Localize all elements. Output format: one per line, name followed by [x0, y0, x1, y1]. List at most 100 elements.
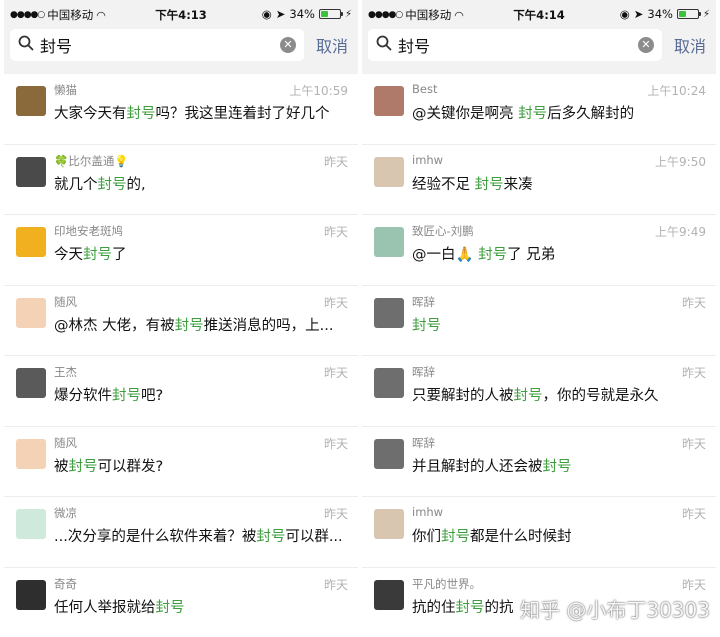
keyword-highlight: 封号: [112, 388, 141, 404]
charging-icon: ⚡: [344, 8, 352, 20]
message-time: 昨天: [681, 366, 706, 380]
clear-icon[interactable]: ✕: [638, 37, 654, 53]
photo-avatar: [16, 156, 46, 187]
keyword-highlight: 封号: [174, 317, 204, 334]
sender-name: 奇奇: [54, 576, 77, 591]
watermark: 知乎 @小布丁30303: [520, 598, 710, 622]
sender-name: 随风: [54, 294, 77, 309]
bw-avatar: [374, 368, 404, 398]
logo-avatar: [16, 438, 46, 469]
battery-level: [678, 11, 686, 17]
keyword-highlight: 封号: [513, 388, 543, 404]
message-text: 后多久解封的: [547, 106, 635, 122]
rotation-lock-icon: ◉: [261, 7, 272, 21]
search-icon: [376, 35, 392, 55]
result-item[interactable]: 随风 昨天 @林杰 大佬，有被封号推送消息的吗，上...: [4, 286, 358, 356]
message-text: 吗？我这里连着封了好几个: [155, 106, 330, 122]
message-text: 都是什么时候封: [470, 529, 572, 545]
message-text: 任何人举报就给: [54, 599, 156, 616]
message-preview: @林杰 大佬，有被封号推送消息的吗，上...: [54, 314, 348, 335]
status-right: ◉ ➤ 34% ⚡: [620, 7, 710, 21]
search-input[interactable]: 封号 ✕: [368, 29, 662, 61]
results-list: Best 上午10:24 @关键你是啊亮 封号后多久解封的 imhw 上午9:50 经验不…: [362, 74, 716, 637]
sender-name: 懒猫: [54, 83, 77, 97]
message-preview: ...次分享的是什么软件来着？被封号可以群...: [54, 525, 348, 546]
result-item[interactable]: 晖辞 昨天 并且解封的人还会被封号: [362, 427, 716, 497]
message-time: 上午10:59: [289, 84, 348, 98]
message-preview: 经验不足 封号来凑: [412, 173, 706, 194]
search-row: 封号 ✕ 取消: [10, 28, 352, 62]
status-bar: ●●●●○ 中国移动 ◠ 下午4:14 ◉ ➤ 34% ⚡: [362, 0, 716, 28]
result-item[interactable]: imhw 上午9:50 经验不足 封号来凑: [362, 145, 716, 215]
result-item[interactable]: 晖辞 昨天 封号: [362, 286, 716, 356]
bw-avatar: [374, 438, 404, 469]
keyword-highlight: 封号: [478, 247, 508, 263]
message-preview: 并且解封的人还会被封号: [412, 455, 706, 476]
message-text: 并且解封的人还会被: [412, 458, 543, 475]
baby-avatar: [374, 509, 404, 539]
message-text: 的,: [126, 176, 146, 193]
battery-percent: 34%: [289, 7, 315, 21]
message-text: 你们: [412, 529, 441, 545]
message-text: 推送消息的吗，上...: [203, 317, 334, 334]
message-text: 了: [112, 247, 127, 263]
search-screen-left: ●●●●○ 中国移动 ◠ 下午4:13 ◉ ➤ 34% ⚡ 封号 ✕ 取消 懒猫 上午10:59 大家今天…: [4, 0, 358, 637]
message-time: 昨天: [681, 577, 706, 592]
search-input[interactable]: 封号 ✕: [10, 29, 304, 61]
sender-name: 晖辞: [412, 435, 435, 450]
result-item[interactable]: 印地安老斑鸠 昨天 今天封号了: [4, 215, 358, 286]
sender-name: 微凉: [54, 506, 77, 520]
result-item[interactable]: 懒猫 上午10:59 大家今天有封号吗？我这里连着封了好几个: [4, 74, 358, 145]
result-item[interactable]: imhw 昨天 你们封号都是什么时候封: [362, 497, 716, 568]
bw-avatar: [374, 297, 404, 328]
battery-icon: [318, 9, 343, 19]
cancel-button[interactable]: 取消: [670, 33, 710, 57]
message-time: 上午10:24: [647, 84, 706, 98]
top-bar: ●●●●○ 中国移动 ◠ 下午4:14 ◉ ➤ 34% ⚡ 封号 ✕ 取消: [362, 0, 716, 74]
girl-avatar: [16, 579, 46, 610]
result-item[interactable]: 王杰 昨天 爆分软件封号吧?: [4, 356, 358, 427]
sender-name: 🍀比尔盖通💡: [54, 153, 129, 168]
message-preview: 就几个封号的,: [54, 173, 348, 194]
rotation-lock-icon: ◉: [619, 7, 630, 21]
charging-icon: ⚡: [702, 8, 710, 20]
sender-name: 随风: [54, 435, 77, 450]
search-query: 封号: [40, 37, 73, 56]
keyword-highlight: 封号: [542, 458, 572, 475]
result-item[interactable]: 随风 昨天 被封号可以群发?: [4, 427, 358, 497]
message-text: 经验不足: [412, 176, 475, 193]
message-text: @一白🙏: [412, 247, 479, 263]
man-avatar: [374, 579, 404, 610]
message-text: 来凑: [503, 176, 533, 193]
result-item[interactable]: 奇奇 昨天 任何人举报就给封号: [4, 568, 358, 637]
message-preview: 今天封号了: [54, 243, 348, 264]
message-preview: 大家今天有封号吗？我这里连着封了好几个: [54, 102, 348, 123]
result-item[interactable]: Best 上午10:24 @关键你是啊亮 封号后多久解封的: [362, 74, 716, 145]
result-item[interactable]: 晖辞 昨天 只要解封的人被封号，你的号就是永久: [362, 356, 716, 427]
keyword-highlight: 封号: [474, 176, 504, 193]
results-list: 懒猫 上午10:59 大家今天有封号吗？我这里连着封了好几个 🍀比尔盖通💡 昨天就几个封…: [4, 74, 358, 637]
message-text: ，你的号就是永久: [542, 388, 659, 404]
sender-name: imhw: [412, 505, 444, 519]
message-time: 昨天: [323, 154, 348, 169]
search-icon: [18, 35, 34, 55]
location-icon: ➤: [633, 7, 644, 21]
result-item[interactable]: 致匠心-刘鹏 上午9:49 @一白🙏 封号了 兄弟: [362, 215, 716, 286]
keyword-highlight: 封号: [126, 106, 156, 122]
landscape-avatar: [16, 368, 46, 398]
keyword-highlight: 封号: [256, 529, 286, 545]
clear-icon[interactable]: ✕: [280, 37, 296, 53]
message-text: @林杰 大佬，有被: [54, 317, 175, 334]
message-text: 可以群...: [285, 529, 343, 545]
keyword-highlight: 封号: [68, 458, 98, 475]
logo-avatar: [16, 297, 46, 328]
message-preview: @关键你是啊亮 封号后多久解封的: [412, 102, 706, 123]
search-row: 封号 ✕ 取消: [368, 28, 710, 62]
cancel-button[interactable]: 取消: [312, 33, 352, 57]
message-text: 爆分软件: [54, 388, 112, 404]
result-item[interactable]: 微凉 昨天 ...次分享的是什么软件来着？被封号可以群...: [4, 497, 358, 568]
sender-name: 晖辞: [412, 365, 435, 379]
message-text: ...次分享的是什么软件来着？被: [54, 529, 257, 545]
sender-name: 晖辞: [412, 294, 435, 309]
result-item[interactable]: 🍀比尔盖通💡 昨天就几个封号的,: [4, 145, 358, 215]
